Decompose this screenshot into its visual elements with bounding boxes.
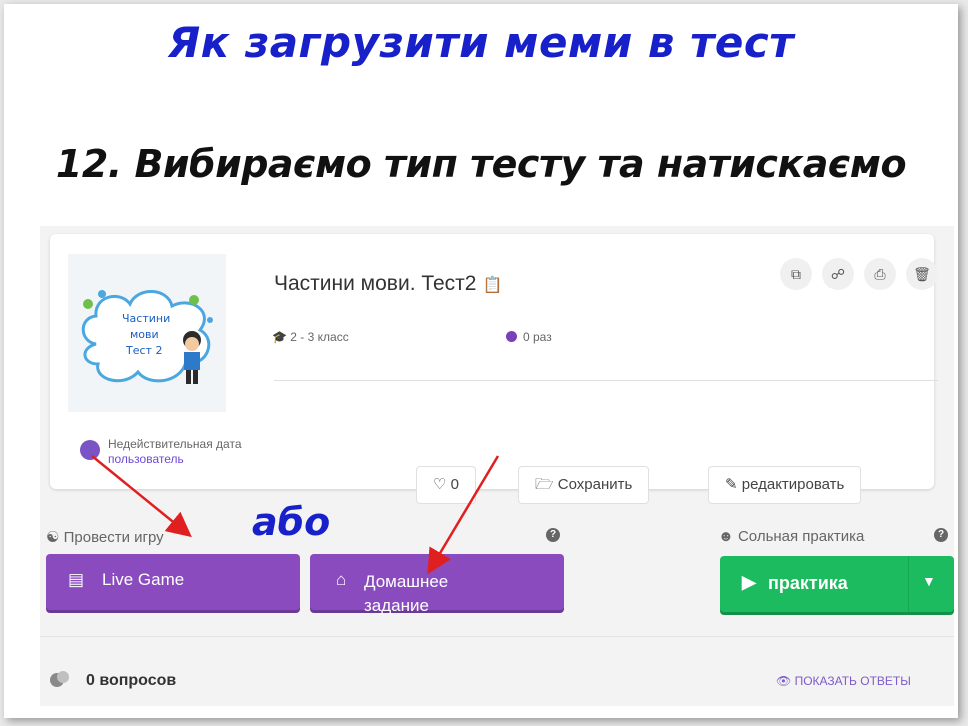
or-annotation: або xyxy=(252,500,331,544)
button-divider xyxy=(908,556,909,612)
questions-icon xyxy=(50,671,69,687)
quiz-name-text: Частини мови. Тест2 xyxy=(274,272,477,295)
divider xyxy=(274,380,938,381)
like-button[interactable]: ♡ 0 xyxy=(416,466,476,504)
grade-label: 🎓 2 - 3 класс xyxy=(272,330,349,344)
quiz-name[interactable]: Частини мови. Тест2 📋 xyxy=(274,272,502,296)
users-icon: ☯ xyxy=(46,529,60,546)
thumb-text-2: мови xyxy=(130,328,159,341)
quiz-card: Частини мови Тест 2 Частини мови. Тест2 📋… xyxy=(50,234,938,489)
graduation-cap-icon: 🎓 xyxy=(272,330,287,344)
plays-text: 0 раз xyxy=(523,330,552,344)
user-link[interactable]: пользователь xyxy=(108,452,184,466)
play-triangle-icon: ▶ xyxy=(742,572,756,592)
question-count: 0 вопросов xyxy=(86,672,177,689)
thumb-text-1: Частини xyxy=(122,312,170,325)
like-count: 0 xyxy=(450,476,459,493)
live-game-label: Live Game xyxy=(102,570,185,589)
grade-text: 2 - 3 класс xyxy=(290,330,349,344)
solo-label: ☻ Сольная практика xyxy=(718,528,864,545)
copy-icon[interactable]: ⧉ xyxy=(780,258,812,290)
homework-label: Домашнее задание xyxy=(364,572,449,615)
save-button[interactable]: 🗁 Сохранить xyxy=(518,466,650,504)
home-icon: ⌂ xyxy=(336,570,347,589)
cloud-image: Частини мови Тест 2 xyxy=(81,290,213,384)
slide-title: Як загрузити меми в тест xyxy=(167,18,795,67)
delete-icon[interactable]: 🗑 xyxy=(906,258,938,290)
folder-icon: 🗁 xyxy=(535,476,554,493)
plays-label: 0 раз xyxy=(506,330,552,344)
practice-label: практика xyxy=(768,573,848,593)
show-answers-link[interactable]: 👁 ПОКАЗАТЬ ОТВЕТЫ xyxy=(776,674,911,688)
solo-help-icon[interactable]: ? xyxy=(934,528,948,542)
thumb-text-3: Тест 2 xyxy=(125,344,162,357)
avatar xyxy=(80,440,100,460)
host-game-label: ☯ Провести игру xyxy=(46,528,164,546)
play-icon xyxy=(506,331,517,342)
user-icon: ☻ xyxy=(718,528,734,545)
practice-button[interactable]: ▶ практика ▼ xyxy=(720,556,954,612)
clipboard-icon[interactable]: 📋 xyxy=(482,277,502,294)
quiz-thumbnail: Частини мови Тест 2 xyxy=(68,254,226,412)
show-answers-text: ПОКАЗАТЬ ОТВЕТЫ xyxy=(794,674,911,688)
quizizz-screenshot: Частини мови Тест 2 Частини мови. Тест2 📋… xyxy=(40,226,954,706)
edit-label: редактировать xyxy=(741,476,845,493)
screen-icon: ▤ xyxy=(68,570,85,589)
share-icon[interactable]: ☍ xyxy=(822,258,854,290)
edit-button[interactable]: ✎ редактировать xyxy=(708,466,862,504)
homework-button[interactable]: ⌂ Домашнее задание xyxy=(310,554,564,615)
chevron-down-icon[interactable]: ▼ xyxy=(922,573,936,589)
slide: Як загрузити меми в тест 12. Вибираємо т… xyxy=(4,4,958,718)
step-caption: 12. Вибираємо тип тесту та натискаємо xyxy=(55,142,907,186)
heart-icon: ♡ xyxy=(433,476,447,493)
help-icon[interactable]: ? xyxy=(546,528,560,542)
solo-text: Сольная практика xyxy=(737,528,865,545)
host-game-text: Провести игру xyxy=(63,529,164,546)
live-game-button[interactable]: ▤ Live Game xyxy=(46,554,300,610)
print-icon[interactable]: ⎙ xyxy=(864,258,896,290)
save-label: Сохранить xyxy=(557,476,633,493)
date-text: Недействительная дата xyxy=(108,437,242,451)
eye-icon: 👁 xyxy=(776,674,792,688)
section-divider xyxy=(40,636,954,637)
pencil-icon: ✎ xyxy=(725,476,738,493)
